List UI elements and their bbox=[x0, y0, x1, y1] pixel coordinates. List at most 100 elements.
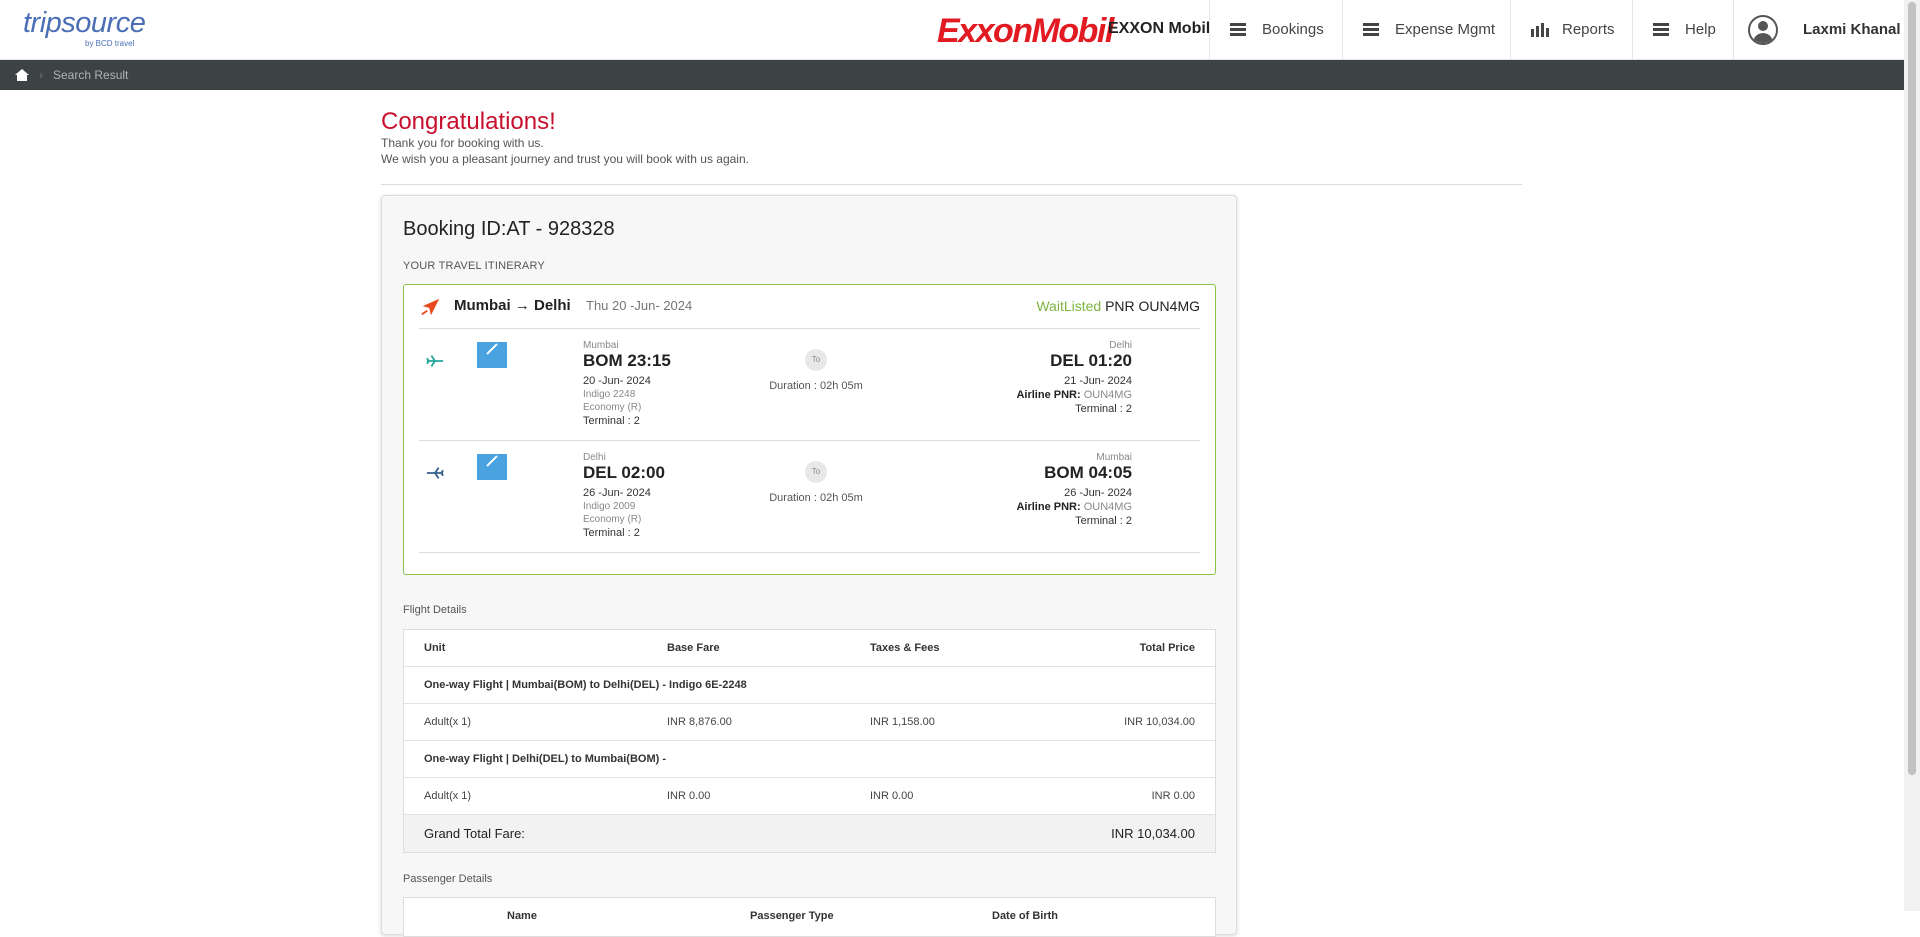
breadcrumb: › Search Result bbox=[0, 60, 1904, 90]
passenger-unit: Adult(x 1) bbox=[424, 716, 472, 728]
user-avatar-icon[interactable] bbox=[1748, 15, 1778, 45]
top-header: tripsource by BCD travel ExxonMobil EXXO… bbox=[0, 0, 1904, 60]
airline-pnr-label: Airline PNR: bbox=[1016, 501, 1081, 513]
itinerary-box: Mumbai → Delhi Thu 20 -Jun- 2024 WaitLis… bbox=[403, 284, 1216, 575]
taxes-fees: INR 0.00 bbox=[870, 790, 914, 802]
itinerary-label: YOUR TRAVEL ITINERARY bbox=[403, 260, 545, 272]
airline-logo bbox=[477, 454, 507, 480]
arrival-date: 21 -Jun- 2024 bbox=[1064, 375, 1132, 387]
booking-status: WaitListed PNR OUN4MG bbox=[1036, 298, 1200, 314]
table-row: One-way Flight | Mumbai(BOM) to Delhi(DE… bbox=[404, 667, 1215, 704]
flight-duration: Duration : 02h 05m bbox=[769, 492, 863, 504]
route-title: Mumbai → Delhi bbox=[454, 297, 571, 314]
nav-label: Expense Mgmt bbox=[1395, 21, 1496, 38]
column-header: Unit bbox=[424, 642, 446, 654]
plane-depart-icon bbox=[426, 355, 444, 367]
grand-total-value: INR 10,034.00 bbox=[1111, 826, 1195, 841]
to-badge: To bbox=[805, 349, 827, 371]
column-header: Date of Birth bbox=[992, 910, 1058, 922]
table-row: Adult(x 1) INR 8,876.00 INR 1,158.00 INR… bbox=[404, 704, 1215, 741]
breadcrumb-current: Search Result bbox=[53, 68, 129, 82]
arrival-time: DEL 01:20 bbox=[1050, 351, 1132, 370]
company-name: EXXON Mobil bbox=[1108, 20, 1211, 37]
taxes-fees: INR 1,158.00 bbox=[870, 716, 935, 728]
logo-text: tripsource bbox=[23, 7, 146, 39]
airline-pnr-label: Airline PNR: bbox=[1016, 389, 1081, 401]
airplane-icon bbox=[421, 298, 440, 316]
departure-date: 20 -Jun- 2024 bbox=[583, 375, 651, 387]
flight-duration: Duration : 02h 05m bbox=[769, 380, 863, 392]
page-scrollbar[interactable] bbox=[1904, 0, 1920, 911]
airline-pnr: Airline PNR: OUN4MG bbox=[1016, 389, 1132, 401]
airline-pnr-value: OUN4MG bbox=[1083, 389, 1132, 401]
flight-leg: Mumbai BOM 23:15 20 -Jun- 2024 Indigo 22… bbox=[404, 329, 1217, 439]
flight-number: Indigo 2248 bbox=[583, 389, 636, 400]
status-badge: WaitListed bbox=[1036, 298, 1102, 314]
departure-time: DEL 02:00 bbox=[583, 463, 665, 482]
home-icon[interactable] bbox=[15, 69, 29, 81]
pnr-value: PNR OUN4MG bbox=[1105, 298, 1200, 314]
tripsource-logo[interactable]: tripsource by BCD travel bbox=[23, 8, 163, 52]
nav-label: Bookings bbox=[1262, 21, 1324, 38]
airline-pnr-value: OUN4MG bbox=[1083, 501, 1132, 513]
confirmation-line-2: We wish you a pleasant journey and trust… bbox=[381, 152, 749, 166]
nav-bookings[interactable]: Bookings bbox=[1209, 0, 1342, 59]
to-badge: To bbox=[805, 461, 827, 483]
column-header: Taxes & Fees bbox=[870, 642, 940, 654]
segment-description: One-way Flight | Mumbai(BOM) to Delhi(DE… bbox=[424, 679, 747, 691]
column-header: Base Fare bbox=[667, 642, 720, 654]
base-fare: INR 8,876.00 bbox=[667, 716, 732, 728]
route-date: Thu 20 -Jun- 2024 bbox=[586, 298, 693, 313]
exxonmobil-logo: ExxonMobil bbox=[937, 12, 1114, 50]
table-header: Unit Base Fare Taxes & Fees Total Price bbox=[404, 630, 1215, 667]
departure-date: 26 -Jun- 2024 bbox=[583, 487, 651, 499]
cabin-class: Economy (R) bbox=[583, 514, 642, 525]
flight-number: Indigo 2009 bbox=[583, 501, 636, 512]
flight-leg: Delhi DEL 02:00 26 -Jun- 2024 Indigo 200… bbox=[404, 441, 1217, 551]
menu-icon bbox=[1653, 23, 1669, 36]
plane-return-icon bbox=[426, 467, 444, 479]
scrollbar-thumb[interactable] bbox=[1908, 2, 1916, 775]
base-fare: INR 0.00 bbox=[667, 790, 711, 802]
departure-terminal: Terminal : 2 bbox=[583, 415, 640, 427]
table-row: One-way Flight | Delhi(DEL) to Mumbai(BO… bbox=[404, 741, 1215, 778]
passenger-details-label: Passenger Details bbox=[403, 873, 493, 885]
column-header: Name bbox=[507, 910, 537, 922]
column-header: Total Price bbox=[1139, 642, 1195, 654]
departure-city: Delhi bbox=[583, 452, 606, 463]
menu-icon bbox=[1230, 23, 1246, 36]
booking-card: Booking ID:AT - 928328 YOUR TRAVEL ITINE… bbox=[381, 195, 1237, 937]
nav-help[interactable]: Help bbox=[1632, 0, 1733, 59]
confirmation-title: Congratulations! bbox=[381, 108, 556, 135]
menu-icon bbox=[1363, 23, 1379, 36]
airline-logo bbox=[477, 342, 507, 368]
nav-label: Reports bbox=[1562, 21, 1615, 38]
bar-chart-icon bbox=[1531, 22, 1549, 37]
nav-reports[interactable]: Reports bbox=[1510, 0, 1632, 59]
passenger-table: Name Passenger Type Date of Birth bbox=[403, 897, 1216, 937]
booking-id: Booking ID:AT - 928328 bbox=[403, 218, 615, 240]
confirmation-line-1: Thank you for booking with us. bbox=[381, 136, 544, 150]
user-name[interactable]: Laxmi Khanal bbox=[1803, 21, 1901, 38]
segment-description: One-way Flight | Delhi(DEL) to Mumbai(BO… bbox=[424, 753, 667, 765]
nav-expense-mgmt[interactable]: Expense Mgmt bbox=[1342, 0, 1510, 59]
cabin-class: Economy (R) bbox=[583, 402, 642, 413]
arrival-date: 26 -Jun- 2024 bbox=[1064, 487, 1132, 499]
airline-pnr: Airline PNR: OUN4MG bbox=[1016, 501, 1132, 513]
table-row: Adult(x 1) INR 0.00 INR 0.00 INR 0.00 bbox=[404, 778, 1215, 815]
logo-subtext: by BCD travel bbox=[85, 39, 135, 48]
chevron-right-icon: › bbox=[39, 68, 43, 82]
arrival-city: Delhi bbox=[1109, 340, 1132, 351]
divider bbox=[381, 184, 1522, 185]
grand-total-label: Grand Total Fare: bbox=[424, 826, 525, 841]
total-price: INR 0.00 bbox=[1151, 790, 1195, 802]
divider bbox=[419, 552, 1200, 553]
departure-terminal: Terminal : 2 bbox=[583, 527, 640, 539]
departure-time: BOM 23:15 bbox=[583, 351, 671, 370]
flight-details-label: Flight Details bbox=[403, 604, 467, 616]
arrival-terminal: Terminal : 2 bbox=[1075, 403, 1132, 415]
arrival-time: BOM 04:05 bbox=[1044, 463, 1132, 482]
nav-label: Help bbox=[1685, 21, 1716, 38]
fare-table: Unit Base Fare Taxes & Fees Total Price … bbox=[403, 629, 1216, 853]
total-price: INR 10,034.00 bbox=[1124, 716, 1195, 728]
